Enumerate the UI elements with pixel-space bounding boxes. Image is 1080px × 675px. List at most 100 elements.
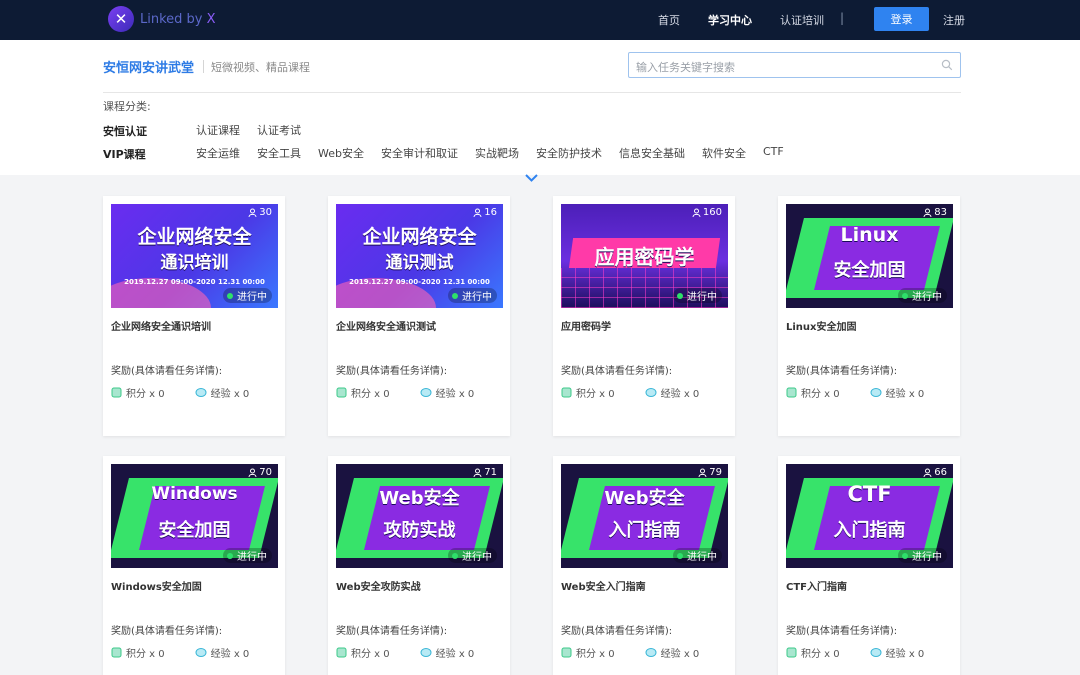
points-value: 积分 x 0 [351, 649, 390, 660]
course-title[interactable]: Linux安全加固 [786, 318, 857, 333]
experience-icon [420, 388, 432, 397]
experience-value: 经验 x 0 [210, 389, 250, 400]
course-thumbnail[interactable]: 应用密码学 160 进行中 [561, 204, 728, 308]
user-icon [473, 468, 482, 477]
category-item[interactable]: 安全防护技术 [536, 145, 602, 161]
category-row-label: VIP课程 [103, 148, 146, 161]
category-item[interactable]: CTF [763, 145, 784, 161]
points-value: 积分 x 0 [126, 649, 165, 660]
top-navbar: ✕ Linked by X 首页 学习中心 认证培训 | 登录 注册 [0, 0, 1080, 40]
points-value: 积分 x 0 [576, 389, 615, 400]
points-icon [111, 387, 122, 398]
filter-panel: 安恒网安讲武堂 短微视频、精品课程 输入任务关键字搜索 课程分类: 安恒认证 认… [0, 40, 1080, 182]
course-card[interactable]: CTF 入门指南 66 进行中 CTF入门指南 奖励(具体请看任务详情): 积分… [778, 456, 960, 675]
category-item[interactable]: 安全工具 [257, 145, 301, 161]
points-icon [786, 647, 797, 658]
course-thumbnail[interactable]: Web安全 攻防实战 71 进行中 [336, 464, 503, 568]
experience-icon [195, 388, 207, 397]
course-title[interactable]: CTF入门指南 [786, 578, 847, 593]
user-icon [248, 468, 257, 477]
reward-label: 奖励(具体请看任务详情): [111, 366, 223, 377]
course-thumbnail[interactable]: Linux 安全加固 83 进行中 [786, 204, 953, 308]
reward-stats: 积分 x 0 经验 x 0 [561, 385, 729, 400]
search-icon[interactable] [941, 59, 953, 71]
learner-count: 30 [248, 207, 272, 218]
learner-count: 71 [473, 467, 497, 478]
page-subtitle: 短微视频、精品课程 [211, 61, 310, 74]
category-item[interactable]: 认证课程 [196, 122, 240, 138]
status-badge: 进行中 [673, 548, 722, 563]
experience-value: 经验 x 0 [210, 649, 250, 660]
status-badge: 进行中 [448, 288, 497, 303]
reward-label: 奖励(具体请看任务详情): [561, 626, 673, 637]
category-item[interactable]: 信息安全基础 [619, 145, 685, 161]
experience-icon [645, 648, 657, 657]
nav-learning-center[interactable]: 学习中心 [708, 12, 752, 28]
course-thumbnail[interactable]: 企业网络安全 通识培训 2019.12.27 09:00-2020 12.31 … [111, 204, 278, 308]
user-icon [923, 208, 932, 217]
login-button[interactable]: 登录 [874, 7, 929, 31]
course-thumbnail[interactable]: CTF 入门指南 66 进行中 [786, 464, 953, 568]
category-row-items: 认证课程 认证考试 [196, 122, 318, 138]
reward-stats: 积分 x 0 经验 x 0 [111, 385, 279, 400]
course-thumbnail[interactable]: 企业网络安全 通识测试 2019.12.27 09:00-2020 12.31 … [336, 204, 503, 308]
points-icon [111, 647, 122, 658]
thumbnail-title: Web安全 [379, 488, 460, 509]
status-badge: 进行中 [898, 548, 947, 563]
course-card[interactable]: 企业网络安全 通识测试 2019.12.27 09:00-2020 12.31 … [328, 196, 510, 436]
category-item[interactable]: Web安全 [318, 145, 364, 161]
category-label: 课程分类: [103, 100, 151, 113]
search-placeholder: 输入任务关键字搜索 [636, 61, 735, 74]
experience-icon [420, 648, 432, 657]
user-icon [692, 208, 701, 217]
experience-value: 经验 x 0 [435, 389, 475, 400]
course-card[interactable]: Linux 安全加固 83 进行中 Linux安全加固 奖励(具体请看任务详情)… [778, 196, 960, 436]
experience-icon [870, 388, 882, 397]
status-badge: 进行中 [898, 288, 947, 303]
category-row-items: 安全运维 安全工具 Web安全 安全审计和取证 实战靶场 安全防护技术 信息安全… [196, 145, 801, 161]
register-link[interactable]: 注册 [943, 12, 965, 28]
points-icon [786, 387, 797, 398]
course-title[interactable]: Web安全入门指南 [561, 578, 646, 593]
thumbnail-subtitle: 攻防实战 [383, 520, 456, 541]
status-badge: 进行中 [448, 548, 497, 563]
reward-stats: 积分 x 0 经验 x 0 [786, 385, 954, 400]
nav-certification-training[interactable]: 认证培训 [780, 12, 824, 28]
category-item[interactable]: 安全审计和取证 [381, 145, 458, 161]
page-title[interactable]: 安恒网安讲武堂 [103, 57, 194, 76]
course-card[interactable]: Web安全 攻防实战 71 进行中 Web安全攻防实战 奖励(具体请看任务详情)… [328, 456, 510, 675]
nav-separator: | [840, 11, 845, 25]
course-title[interactable]: Windows安全加固 [111, 578, 202, 593]
learner-count: 83 [923, 207, 947, 218]
category-item[interactable]: 软件安全 [702, 145, 746, 161]
course-title[interactable]: 企业网络安全通识测试 [336, 318, 436, 333]
thumbnail-subtitle: 入门指南 [833, 520, 906, 541]
course-thumbnail[interactable]: Web安全 入门指南 79 进行中 [561, 464, 728, 568]
course-title[interactable]: Web安全攻防实战 [336, 578, 421, 593]
experience-value: 经验 x 0 [660, 389, 700, 400]
category-item[interactable]: 实战靶场 [475, 145, 519, 161]
learner-count: 16 [473, 207, 497, 218]
nav-home[interactable]: 首页 [658, 12, 680, 28]
title-divider [203, 60, 204, 73]
experience-icon [645, 388, 657, 397]
search-input[interactable]: 输入任务关键字搜索 [628, 52, 961, 78]
course-card[interactable]: 企业网络安全 通识培训 2019.12.27 09:00-2020 12.31 … [103, 196, 285, 436]
points-value: 积分 x 0 [351, 389, 390, 400]
course-card[interactable]: Web安全 入门指南 79 进行中 Web安全入门指南 奖励(具体请看任务详情)… [553, 456, 735, 675]
category-item[interactable]: 安全运维 [196, 145, 240, 161]
logo[interactable]: ✕ Linked by X [108, 6, 216, 32]
reward-stats: 积分 x 0 经验 x 0 [336, 645, 504, 660]
course-title[interactable]: 企业网络安全通识培训 [111, 318, 211, 333]
category-item[interactable]: 认证考试 [257, 122, 301, 138]
course-title[interactable]: 应用密码学 [561, 318, 611, 333]
learner-count: 160 [692, 207, 722, 218]
status-badge: 进行中 [673, 288, 722, 303]
expand-chevron-icon[interactable] [525, 174, 538, 182]
course-card[interactable]: Windows 安全加固 70 进行中 Windows安全加固 奖励(具体请看任… [103, 456, 285, 675]
course-card[interactable]: 应用密码学 160 进行中 应用密码学 奖励(具体请看任务详情): 积分 x 0… [553, 196, 735, 436]
thumbnail-subtitle: 通识培训 [160, 253, 229, 273]
points-value: 积分 x 0 [576, 649, 615, 660]
course-thumbnail[interactable]: Windows 安全加固 70 进行中 [111, 464, 278, 568]
header-divider [103, 92, 961, 93]
